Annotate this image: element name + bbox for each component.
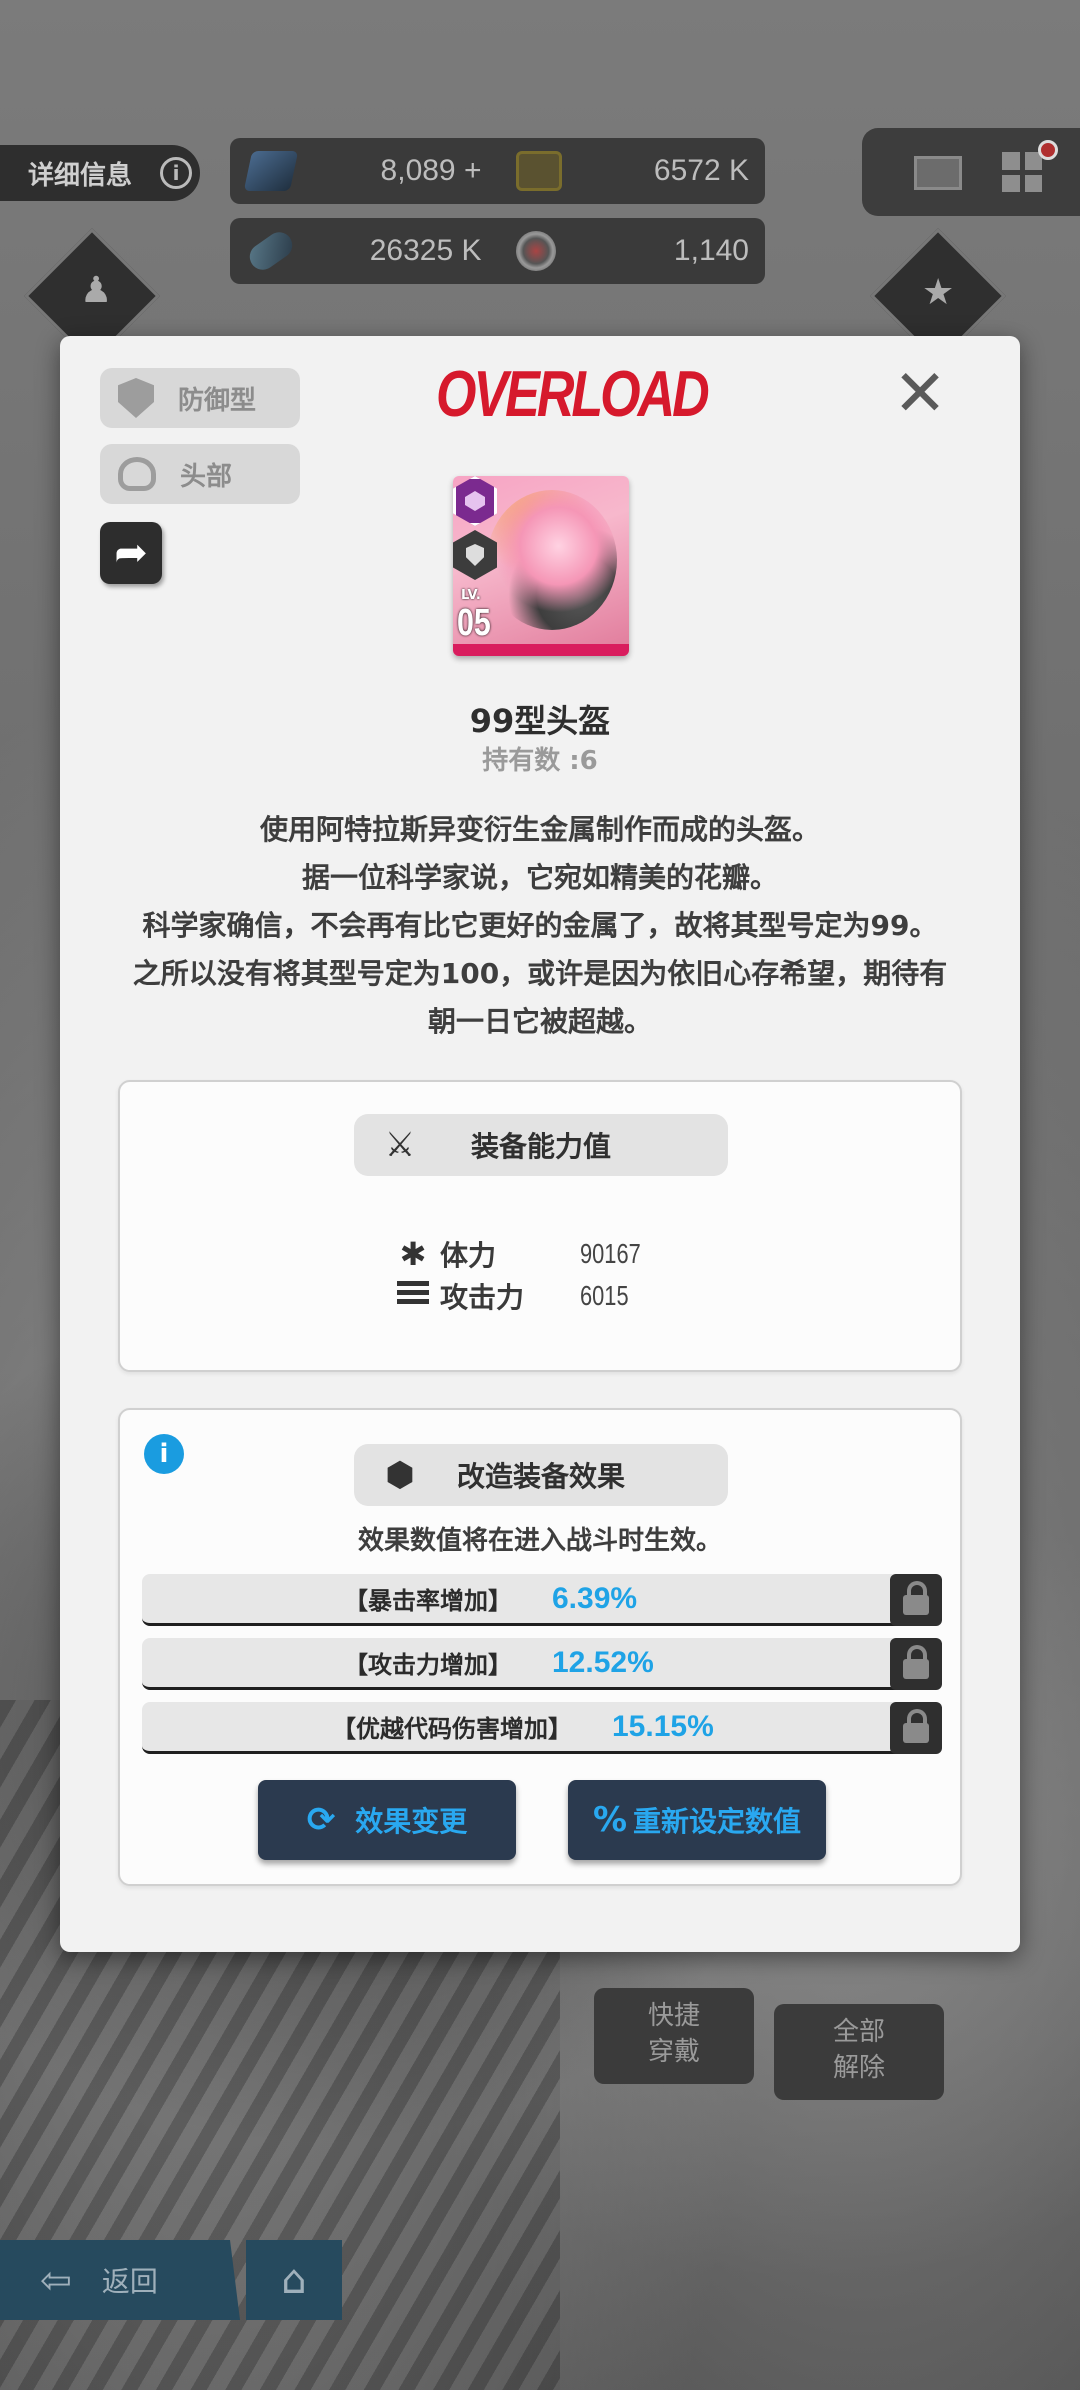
owned-count: 持有数 :6 xyxy=(482,746,598,776)
equipment-detail-modal: 防御型 头部 ➦ OVERLOAD ✕ LV. 05 99型头盔 持有数 :6 … xyxy=(60,336,1020,1952)
share-arrow-icon: ➦ xyxy=(114,530,148,576)
resource-row-2: 26325 K 1,140 xyxy=(230,218,765,284)
effect-row[interactable]: 【暴击率增加】 6.39% xyxy=(142,1574,942,1626)
percent-icon: % xyxy=(592,1800,628,1840)
hud-right-panel xyxy=(862,128,1080,216)
equipment-card: LV. 05 xyxy=(453,476,629,656)
class-tag-label: 防御型 xyxy=(178,385,257,416)
stats-panel: ⚔ 装备能力值 ✱ 体力 90167 攻击力 6015 xyxy=(118,1080,962,1372)
helmet-icon xyxy=(118,457,156,491)
star-icon: ★ xyxy=(922,272,955,313)
level-prefix: LV. xyxy=(461,588,481,603)
stat-attack: 攻击力 6015 xyxy=(396,1276,696,1316)
back-button[interactable]: ⇦ 返回 xyxy=(0,2240,240,2320)
change-effect-button[interactable]: ⟳ 效果变更 xyxy=(258,1780,516,1860)
resource-credits: 6572 K xyxy=(498,138,766,204)
shield-icon xyxy=(118,378,154,418)
body-core-icon xyxy=(515,231,556,271)
overload-logo: OVERLOAD xyxy=(436,358,710,432)
mail-icon[interactable] xyxy=(914,156,962,190)
reset-values-button[interactable]: % 重新设定数值 xyxy=(568,1780,826,1860)
notification-dot xyxy=(1038,140,1058,160)
menu-grid-icon[interactable] xyxy=(1002,152,1042,192)
detail-info-tab[interactable]: 详细信息 i xyxy=(0,145,200,201)
info-icon[interactable]: i xyxy=(144,1434,184,1474)
effect-row[interactable]: 【优越代码伤害增加】 15.15% xyxy=(142,1702,942,1754)
effects-panel-title: ⬢ 改造装备效果 xyxy=(354,1444,728,1506)
card-rarity-bar xyxy=(453,644,629,656)
resource-core-dust: 26325 K xyxy=(230,218,498,284)
resource-row-1: 8,089 + 6572 K xyxy=(230,138,765,204)
effects-panel: i ⬢ 改造装备效果 效果数值将在进入战斗时生效。 【暴击率增加】 6.39% … xyxy=(118,1408,962,1886)
effect-row[interactable]: 【攻击力增加】 12.52% xyxy=(142,1638,942,1690)
resource-value: 6572 K xyxy=(653,154,749,187)
lock-toggle[interactable] xyxy=(890,1574,942,1626)
gem-icon xyxy=(243,151,299,191)
lock-toggle[interactable] xyxy=(890,1702,942,1754)
exit-icon: ⇦ xyxy=(40,2258,72,2302)
lock-icon xyxy=(903,1645,929,1679)
class-tag: 防御型 xyxy=(100,368,300,428)
hp-icon: ✱ xyxy=(399,1235,427,1273)
lock-icon xyxy=(903,1709,929,1743)
refresh-icon: ⟳ xyxy=(306,1800,336,1840)
item-description: 使用阿特拉斯异变衍生金属制作而成的头盔。 据一位科学家说，它宛如精美的花瓣。 科… xyxy=(132,813,948,1038)
stats-panel-title: ⚔ 装备能力值 xyxy=(354,1114,728,1176)
share-button[interactable]: ➦ xyxy=(100,522,162,584)
crossed-swords-icon: ⚔ xyxy=(384,1125,416,1165)
home-button[interactable]: ⌂ xyxy=(246,2240,342,2320)
slot-tag-label: 头部 xyxy=(180,461,233,492)
back-label: 返回 xyxy=(101,2265,158,2298)
effects-hint: 效果数值将在进入战斗时生效。 xyxy=(357,1526,722,1556)
resource-body-core: 1,140 xyxy=(498,218,766,284)
resource-value: 26325 K xyxy=(369,234,482,267)
quick-equip-button[interactable]: 快捷 穿戴 xyxy=(594,1988,754,2084)
close-icon: ✕ xyxy=(893,357,947,431)
level-value: 05 xyxy=(457,602,491,644)
resource-value: 8,089 + xyxy=(380,154,482,187)
person-icon: ♟ xyxy=(80,270,113,311)
lock-toggle[interactable] xyxy=(890,1638,942,1690)
hex-module-icon: ⬢ xyxy=(385,1455,415,1495)
resource-value: 1,140 xyxy=(673,234,749,267)
close-button[interactable]: ✕ xyxy=(890,362,950,426)
add-gems-icon[interactable]: + xyxy=(464,154,482,187)
item-name: 99型头盔 xyxy=(469,702,611,740)
home-icon: ⌂ xyxy=(281,2257,307,2303)
credit-card-icon xyxy=(515,151,562,191)
core-dust-icon xyxy=(244,227,298,275)
stat-hp: ✱ 体力 90167 xyxy=(396,1234,696,1274)
lock-icon xyxy=(903,1581,929,1615)
resource-gems[interactable]: 8,089 + xyxy=(230,138,498,204)
slot-tag: 头部 xyxy=(100,444,300,504)
rarity-badge-icon xyxy=(453,476,497,526)
helmet-art xyxy=(487,490,617,630)
remove-all-button[interactable]: 全部 解除 xyxy=(774,2004,944,2100)
attack-icon xyxy=(396,1277,430,1315)
detail-info-label: 详细信息 xyxy=(28,160,133,191)
info-icon[interactable]: i xyxy=(160,157,192,189)
